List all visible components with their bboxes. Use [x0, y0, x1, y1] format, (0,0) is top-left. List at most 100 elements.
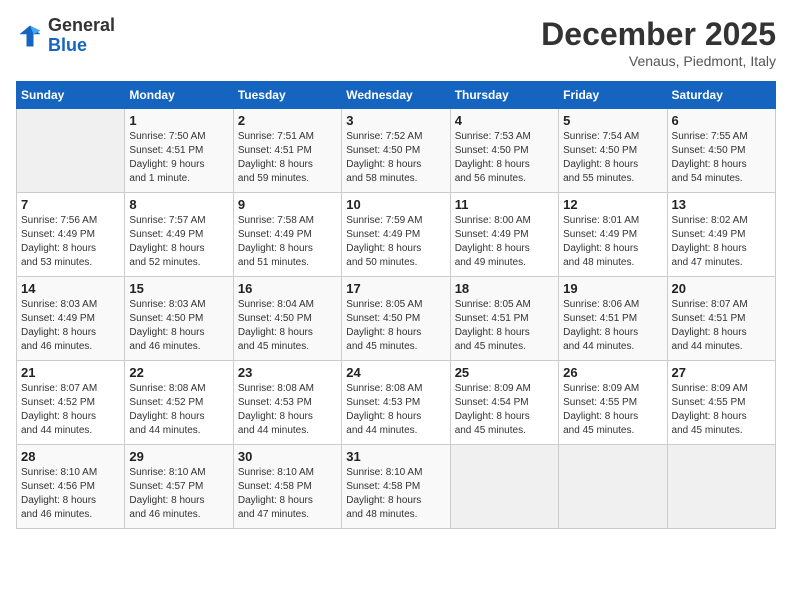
- day-number: 23: [238, 365, 337, 380]
- day-cell: 9 Sunrise: 7:58 AMSunset: 4:49 PMDaylight…: [233, 193, 341, 277]
- day-number: 20: [672, 281, 771, 296]
- col-header-tuesday: Tuesday: [233, 82, 341, 109]
- day-cell: 23 Sunrise: 8:08 AMSunset: 4:53 PMDayligh…: [233, 361, 341, 445]
- day-cell: [667, 445, 775, 529]
- day-number: 25: [455, 365, 554, 380]
- day-info: Sunrise: 8:08 AMSunset: 4:53 PMDaylight:…: [238, 382, 337, 438]
- day-cell: 22 Sunrise: 8:08 AMSunset: 4:52 PMDayligh…: [125, 361, 233, 445]
- day-info: Sunrise: 8:10 AMSunset: 4:57 PMDaylight:…: [129, 466, 228, 522]
- day-number: 16: [238, 281, 337, 296]
- col-header-sunday: Sunday: [17, 82, 125, 109]
- day-cell: 30Sunrise: 8:10 AMSunset: 4:58 PMDayligh…: [233, 445, 341, 529]
- page-header: General Blue December 2025 Venaus, Piedm…: [16, 16, 776, 69]
- title-block: December 2025 Venaus, Piedmont, Italy: [541, 16, 776, 69]
- day-info: Sunrise: 8:02 AMSunset: 4:49 PMDaylight:…: [672, 214, 771, 270]
- day-cell: 21 Sunrise: 8:07 AMSunset: 4:52 PMDayligh…: [17, 361, 125, 445]
- day-cell: 31 Sunrise: 8:10 AMSunset: 4:58 PMDayligh…: [342, 445, 450, 529]
- day-cell: 3 Sunrise: 7:52 AMSunset: 4:50 PMDaylight…: [342, 109, 450, 193]
- day-info: Sunrise: 8:07 AMSunset: 4:52 PMDaylight:…: [21, 382, 120, 438]
- day-cell: 28Sunrise: 8:10 AMSunset: 4:56 PMDayligh…: [17, 445, 125, 529]
- day-info: Sunrise: 8:08 AMSunset: 4:52 PMDaylight:…: [129, 382, 228, 438]
- location-subtitle: Venaus, Piedmont, Italy: [541, 53, 776, 69]
- day-number: 1: [129, 113, 228, 128]
- day-number: 24: [346, 365, 445, 380]
- day-cell: 20Sunrise: 8:07 AMSunset: 4:51 PMDayligh…: [667, 277, 775, 361]
- day-number: 19: [563, 281, 662, 296]
- day-number: 5: [563, 113, 662, 128]
- day-cell: 7Sunrise: 7:56 AMSunset: 4:49 PMDaylight…: [17, 193, 125, 277]
- week-row-3: 14 Sunrise: 8:03 AMSunset: 4:49 PMDayligh…: [17, 277, 776, 361]
- day-cell: [17, 109, 125, 193]
- day-number: 6: [672, 113, 771, 128]
- day-number: 28: [21, 449, 120, 464]
- day-cell: 17 Sunrise: 8:05 AMSunset: 4:50 PMDayligh…: [342, 277, 450, 361]
- day-number: 17: [346, 281, 445, 296]
- day-cell: 16 Sunrise: 8:04 AMSunset: 4:50 PMDayligh…: [233, 277, 341, 361]
- day-cell: 24 Sunrise: 8:08 AMSunset: 4:53 PMDayligh…: [342, 361, 450, 445]
- day-number: 21: [21, 365, 120, 380]
- col-header-wednesday: Wednesday: [342, 82, 450, 109]
- day-cell: [450, 445, 558, 529]
- day-info: Sunrise: 7:54 AMSunset: 4:50 PMDaylight:…: [563, 130, 662, 186]
- day-number: 18: [455, 281, 554, 296]
- day-number: 9: [238, 197, 337, 212]
- day-cell: 18 Sunrise: 8:05 AMSunset: 4:51 PMDayligh…: [450, 277, 558, 361]
- week-row-4: 21 Sunrise: 8:07 AMSunset: 4:52 PMDayligh…: [17, 361, 776, 445]
- day-info: Sunrise: 8:08 AMSunset: 4:53 PMDaylight:…: [346, 382, 445, 438]
- day-cell: 29 Sunrise: 8:10 AMSunset: 4:57 PMDayligh…: [125, 445, 233, 529]
- calendar-body: 1 Sunrise: 7:50 AMSunset: 4:51 PMDaylight…: [17, 109, 776, 529]
- day-cell: 2Sunrise: 7:51 AMSunset: 4:51 PMDaylight…: [233, 109, 341, 193]
- day-cell: 13 Sunrise: 8:02 AMSunset: 4:49 PMDayligh…: [667, 193, 775, 277]
- logo-blue-text: Blue: [48, 35, 87, 55]
- day-info: Sunrise: 7:51 AMSunset: 4:51 PMDaylight:…: [238, 130, 337, 186]
- day-info: Sunrise: 8:10 AMSunset: 4:58 PMDaylight:…: [346, 466, 445, 522]
- day-info: Sunrise: 7:58 AMSunset: 4:49 PMDaylight:…: [238, 214, 337, 270]
- day-number: 31: [346, 449, 445, 464]
- calendar-table: SundayMondayTuesdayWednesdayThursdayFrid…: [16, 81, 776, 529]
- day-cell: 1 Sunrise: 7:50 AMSunset: 4:51 PMDaylight…: [125, 109, 233, 193]
- day-cell: 27Sunrise: 8:09 AMSunset: 4:55 PMDayligh…: [667, 361, 775, 445]
- day-number: 27: [672, 365, 771, 380]
- week-row-1: 1 Sunrise: 7:50 AMSunset: 4:51 PMDaylight…: [17, 109, 776, 193]
- day-number: 15: [129, 281, 228, 296]
- day-number: 12: [563, 197, 662, 212]
- day-number: 8: [129, 197, 228, 212]
- day-cell: 6 Sunrise: 7:55 AMSunset: 4:50 PMDaylight…: [667, 109, 775, 193]
- day-info: Sunrise: 7:55 AMSunset: 4:50 PMDaylight:…: [672, 130, 771, 186]
- logo-bird-icon: [16, 22, 44, 50]
- week-row-2: 7Sunrise: 7:56 AMSunset: 4:49 PMDaylight…: [17, 193, 776, 277]
- day-number: 26: [563, 365, 662, 380]
- day-cell: 11Sunrise: 8:00 AMSunset: 4:49 PMDayligh…: [450, 193, 558, 277]
- day-info: Sunrise: 7:59 AMSunset: 4:49 PMDaylight:…: [346, 214, 445, 270]
- day-cell: 8 Sunrise: 7:57 AMSunset: 4:49 PMDaylight…: [125, 193, 233, 277]
- day-info: Sunrise: 7:57 AMSunset: 4:49 PMDaylight:…: [129, 214, 228, 270]
- day-number: 4: [455, 113, 554, 128]
- day-cell: 25 Sunrise: 8:09 AMSunset: 4:54 PMDayligh…: [450, 361, 558, 445]
- day-number: 13: [672, 197, 771, 212]
- day-number: 29: [129, 449, 228, 464]
- day-info: Sunrise: 8:04 AMSunset: 4:50 PMDaylight:…: [238, 298, 337, 354]
- month-title: December 2025: [541, 16, 776, 53]
- day-cell: 19Sunrise: 8:06 AMSunset: 4:51 PMDayligh…: [559, 277, 667, 361]
- day-number: 30: [238, 449, 337, 464]
- day-info: Sunrise: 8:09 AMSunset: 4:54 PMDaylight:…: [455, 382, 554, 438]
- day-cell: 12Sunrise: 8:01 AMSunset: 4:49 PMDayligh…: [559, 193, 667, 277]
- calendar-header-row: SundayMondayTuesdayWednesdayThursdayFrid…: [17, 82, 776, 109]
- day-number: 22: [129, 365, 228, 380]
- day-info: Sunrise: 7:53 AMSunset: 4:50 PMDaylight:…: [455, 130, 554, 186]
- day-info: Sunrise: 8:05 AMSunset: 4:50 PMDaylight:…: [346, 298, 445, 354]
- day-number: 7: [21, 197, 120, 212]
- day-cell: [559, 445, 667, 529]
- day-cell: 26Sunrise: 8:09 AMSunset: 4:55 PMDayligh…: [559, 361, 667, 445]
- day-info: Sunrise: 7:50 AMSunset: 4:51 PMDaylight:…: [129, 130, 228, 186]
- day-info: Sunrise: 8:00 AMSunset: 4:49 PMDaylight:…: [455, 214, 554, 270]
- col-header-monday: Monday: [125, 82, 233, 109]
- day-info: Sunrise: 8:05 AMSunset: 4:51 PMDaylight:…: [455, 298, 554, 354]
- day-cell: 5 Sunrise: 7:54 AMSunset: 4:50 PMDaylight…: [559, 109, 667, 193]
- day-number: 14: [21, 281, 120, 296]
- day-cell: 15Sunrise: 8:03 AMSunset: 4:50 PMDayligh…: [125, 277, 233, 361]
- day-info: Sunrise: 7:52 AMSunset: 4:50 PMDaylight:…: [346, 130, 445, 186]
- day-number: 3: [346, 113, 445, 128]
- day-info: Sunrise: 8:03 AMSunset: 4:49 PMDaylight:…: [21, 298, 120, 354]
- day-cell: 14 Sunrise: 8:03 AMSunset: 4:49 PMDayligh…: [17, 277, 125, 361]
